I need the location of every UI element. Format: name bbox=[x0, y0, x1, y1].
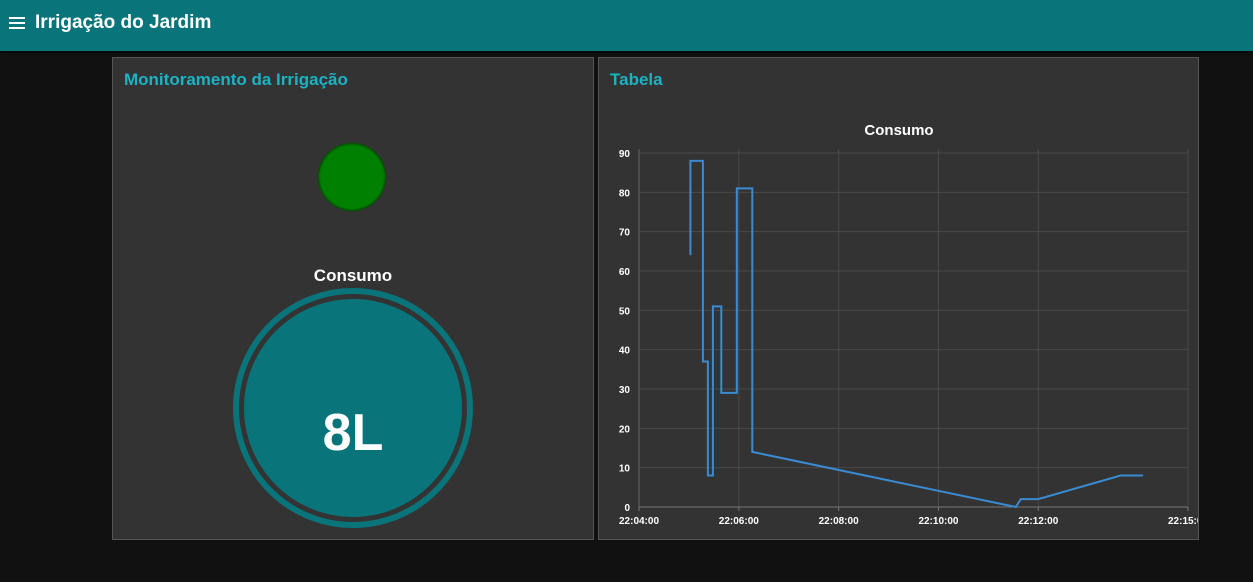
y-tick-label: 60 bbox=[619, 267, 631, 278]
table-card: Tabela Consumo 0 10 20 30 40 50 60 70 80 90 22:04:… bbox=[598, 57, 1199, 540]
y-tick-label: 0 bbox=[624, 503, 630, 514]
x-tick-label: 22:08:00 bbox=[819, 516, 859, 527]
x-tick-label: 22:15:00 bbox=[1168, 516, 1198, 527]
app-title: Irrigação do Jardim bbox=[35, 12, 212, 33]
y-tick-label: 50 bbox=[619, 306, 631, 317]
y-tick-label: 80 bbox=[619, 188, 631, 199]
x-tick-label: 22:06:00 bbox=[719, 516, 759, 527]
y-tick-label: 10 bbox=[619, 464, 631, 475]
gauge-value: 8L bbox=[322, 404, 384, 462]
y-tick-label: 30 bbox=[619, 385, 631, 396]
y-tick-label: 20 bbox=[619, 424, 631, 435]
monitoring-card: Monitoramento da Irrigação Consumo 8L bbox=[112, 57, 594, 540]
consumption-chart: Consumo 0 10 20 30 40 50 60 70 80 90 22:04:00 22:06… bbox=[619, 122, 1198, 527]
y-tick-label: 40 bbox=[619, 346, 631, 357]
chart-series bbox=[689, 159, 1144, 509]
status-led bbox=[318, 143, 386, 211]
x-tick-label: 22:10:00 bbox=[918, 516, 958, 527]
y-tick-label: 90 bbox=[619, 149, 631, 160]
series-line bbox=[689, 159, 1144, 509]
app-header: Irrigação do Jardim bbox=[0, 0, 1253, 51]
chart-axes: 0 10 20 30 40 50 60 70 80 90 22:04:00 22:06:00 22:08… bbox=[619, 149, 1198, 527]
gauge-label: Consumo bbox=[313, 266, 393, 285]
x-tick-label: 22:04:00 bbox=[619, 516, 659, 527]
chart-title: Consumo bbox=[864, 122, 933, 139]
y-tick-label: 70 bbox=[619, 228, 631, 239]
monitoring-card-title: Monitoramento da Irrigação bbox=[124, 70, 348, 89]
x-tick-label: 22:12:00 bbox=[1018, 516, 1058, 527]
menu-icon[interactable] bbox=[9, 17, 25, 30]
